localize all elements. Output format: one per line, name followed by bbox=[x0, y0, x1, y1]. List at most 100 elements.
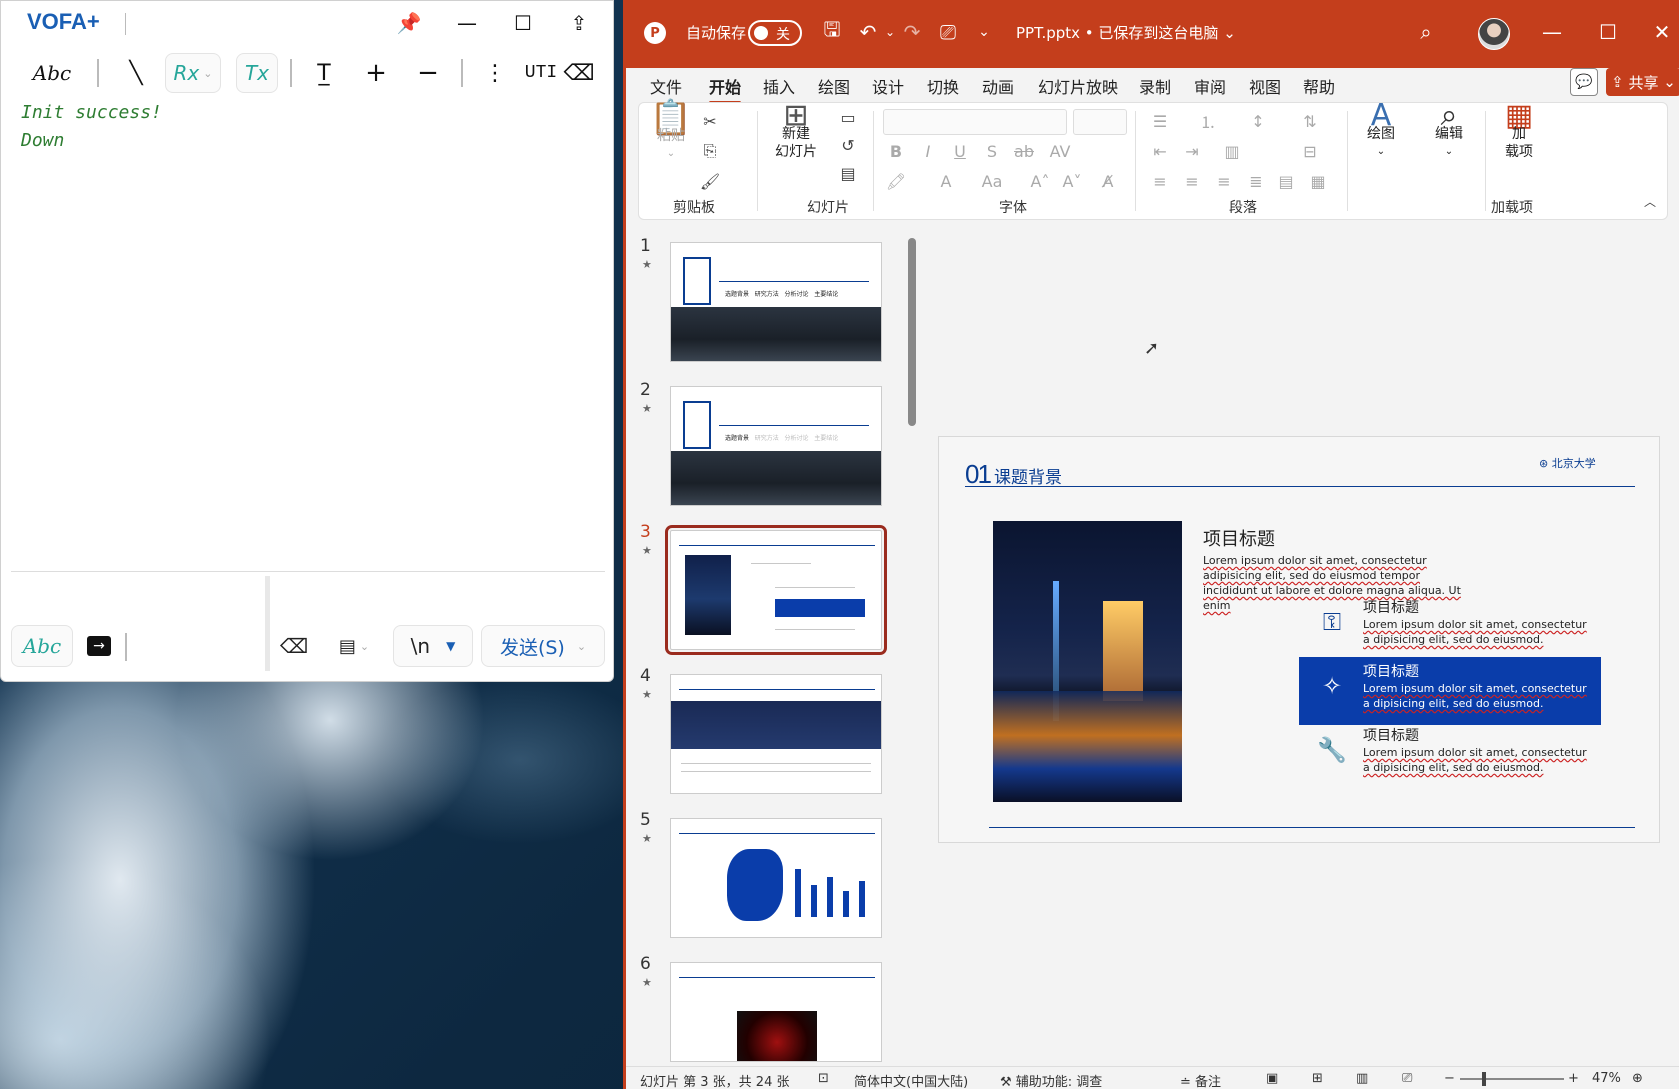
zoom-level[interactable]: 47% bbox=[1592, 1071, 1621, 1086]
encoding-label[interactable]: UTI bbox=[523, 53, 559, 93]
maximize-button[interactable]: ☐ bbox=[1594, 18, 1622, 46]
smartart-icon[interactable]: ▦ bbox=[1305, 169, 1331, 193]
minimize-button[interactable]: — bbox=[1538, 18, 1566, 46]
slide-thumbnail-5[interactable] bbox=[670, 818, 882, 938]
slide-thumbnail-1[interactable]: 选题背景 研究方法 分析讨论 主要结论 bbox=[670, 242, 882, 362]
line-ending-select[interactable]: \n ▼ bbox=[393, 625, 473, 667]
minimize-button[interactable]: — bbox=[451, 7, 483, 39]
numbering-icon[interactable]: ⒈ bbox=[1195, 109, 1221, 133]
tab-design[interactable]: 设计 bbox=[872, 74, 904, 98]
close-button[interactable]: ✕ bbox=[1648, 18, 1676, 46]
font-family-select[interactable] bbox=[883, 109, 1067, 135]
section-icon[interactable]: ▤ bbox=[835, 161, 861, 185]
italic-icon[interactable]: I bbox=[915, 139, 941, 163]
zoom-slider[interactable] bbox=[1460, 1078, 1564, 1080]
thumbnail-scrollbar[interactable] bbox=[908, 238, 916, 426]
bold-icon[interactable]: B bbox=[883, 139, 909, 163]
reset-icon[interactable]: ↺ bbox=[835, 133, 861, 157]
feature-item-highlighted[interactable]: ✧ 项目标题 Lorem ipsum dolor sit amet, conse… bbox=[1299, 657, 1601, 725]
slide-thumbnail-6[interactable] bbox=[670, 962, 882, 1062]
text-mode-abc[interactable]: Abc bbox=[23, 53, 81, 93]
brush-icon[interactable]: ╲ bbox=[119, 53, 153, 93]
slide-counter[interactable]: 幻灯片 第 3 张，共 24 张 bbox=[640, 1071, 789, 1089]
editing-button[interactable]: ⌕ 编辑 ⌄ bbox=[1425, 101, 1473, 161]
share-icon[interactable]: ⇪ bbox=[563, 7, 595, 39]
notes-button[interactable]: ≐ 备注 bbox=[1180, 1071, 1221, 1089]
change-case-icon[interactable]: Aa bbox=[979, 169, 1005, 193]
accessibility-status[interactable]: ⚒ 辅助功能: 调查 bbox=[1000, 1071, 1102, 1089]
maximize-button[interactable]: ☐ bbox=[507, 7, 539, 39]
justify-icon[interactable]: ≣ bbox=[1243, 169, 1269, 193]
tab-file[interactable]: 文件 bbox=[650, 74, 682, 98]
avatar[interactable] bbox=[1478, 18, 1510, 50]
document-title[interactable]: PPT.pptx • 已保存到这台电脑 ⌄ bbox=[1016, 22, 1236, 43]
shadow-icon[interactable]: S bbox=[979, 139, 1005, 163]
spelling-icon[interactable]: ⊡ bbox=[818, 1071, 829, 1086]
share-button[interactable]: ⇪ 共享 ⌄ bbox=[1606, 68, 1679, 96]
drawing-button[interactable]: A 绘图 ⌄ bbox=[1357, 101, 1405, 161]
slide-thumbnail-2[interactable]: 选题背景 研究方法 分析讨论 主要结论 bbox=[670, 386, 882, 506]
underline-icon[interactable]: U bbox=[947, 139, 973, 163]
slide-thumbnail-4[interactable] bbox=[670, 674, 882, 794]
customize-toolbar-icon[interactable]: ⌄ bbox=[970, 18, 998, 46]
tx-toggle[interactable]: Tx bbox=[236, 53, 278, 93]
font-color-icon[interactable]: A bbox=[933, 169, 959, 193]
clear-send-icon[interactable]: ⌫ bbox=[277, 625, 311, 667]
line-spacing-icon[interactable]: ↕ bbox=[1245, 109, 1271, 133]
present-icon[interactable]: ⎚ bbox=[934, 18, 962, 46]
splitter-handle[interactable] bbox=[265, 576, 270, 671]
tab-review[interactable]: 审阅 bbox=[1194, 74, 1226, 98]
autosave-toggle[interactable]: 关 bbox=[748, 20, 802, 46]
strikethrough-icon[interactable]: ab bbox=[1011, 139, 1037, 163]
text-direction-icon[interactable]: ⇅ bbox=[1297, 109, 1323, 133]
search-icon[interactable]: ⌕ bbox=[1412, 18, 1440, 46]
slideshow-view-icon[interactable]: ⎚ bbox=[1402, 1071, 1412, 1086]
layout-icon[interactable]: ▭ bbox=[835, 105, 861, 129]
tab-view[interactable]: 视图 bbox=[1249, 74, 1281, 98]
zoom-in-icon[interactable]: + bbox=[1568, 1071, 1579, 1086]
normal-view-icon[interactable]: ▣ bbox=[1266, 1071, 1278, 1086]
redo-icon[interactable]: ↷ bbox=[898, 18, 926, 46]
collapse-ribbon-icon[interactable]: ︿ bbox=[1637, 189, 1663, 213]
align-left-icon[interactable]: ≡ bbox=[1147, 169, 1173, 193]
tab-slideshow[interactable]: 幻灯片放映 bbox=[1038, 74, 1118, 98]
pin-icon[interactable]: 📌 bbox=[393, 7, 425, 39]
align-right-icon[interactable]: ≡ bbox=[1211, 169, 1237, 193]
increase-indent-icon[interactable]: ⇥ bbox=[1179, 139, 1205, 163]
columns-icon[interactable]: ▥ bbox=[1219, 139, 1245, 163]
slide-thumbnail-3[interactable] bbox=[665, 525, 887, 655]
tab-home[interactable]: 开始 bbox=[709, 74, 742, 104]
tab-draw[interactable]: 绘图 bbox=[818, 74, 850, 98]
addins-button[interactable]: ▦ 加 载项 bbox=[1495, 101, 1543, 161]
align-text-icon[interactable]: ⊟ bbox=[1297, 139, 1323, 163]
cut-icon[interactable]: ✂ bbox=[697, 109, 723, 133]
send-file-icon[interactable]: → bbox=[81, 625, 117, 667]
new-slide-button[interactable]: ⊞ 新建 幻灯片 bbox=[767, 101, 825, 161]
char-spacing-icon[interactable]: AV bbox=[1047, 139, 1073, 163]
text-format-icon[interactable]: T̲ bbox=[307, 53, 341, 93]
city-night-photo[interactable] bbox=[993, 521, 1182, 802]
tab-help[interactable]: 帮助 bbox=[1303, 74, 1335, 98]
tab-transitions[interactable]: 切换 bbox=[927, 74, 959, 98]
more-options-icon[interactable]: ⋮ bbox=[475, 53, 515, 93]
eraser-icon[interactable]: ⌫ bbox=[561, 53, 597, 93]
feature-item[interactable]: 🔧 项目标题 Lorem ipsum dolor sit amet, conse… bbox=[1299, 721, 1601, 789]
align-center-icon[interactable]: ≡ bbox=[1179, 169, 1205, 193]
save-icon[interactable]: 🖫 bbox=[818, 17, 846, 46]
zoom-out-icon[interactable]: − bbox=[1444, 1071, 1455, 1086]
zoom-in-icon[interactable]: + bbox=[359, 53, 393, 93]
decrease-indent-icon[interactable]: ⇤ bbox=[1147, 139, 1173, 163]
bullets-icon[interactable]: ☰ bbox=[1147, 109, 1173, 133]
copy-icon[interactable]: ⎘ bbox=[697, 139, 723, 163]
send-mode-abc[interactable]: Abc bbox=[11, 625, 73, 667]
tab-animations[interactable]: 动画 bbox=[982, 74, 1014, 98]
format-painter-icon[interactable]: 🖌 bbox=[697, 169, 723, 193]
tab-insert[interactable]: 插入 bbox=[763, 74, 795, 98]
slide-sorter-icon[interactable]: ⊞ bbox=[1312, 1071, 1323, 1086]
language-status[interactable]: 简体中文(中国大陆) bbox=[854, 1071, 968, 1089]
grow-font-icon[interactable]: A˄ bbox=[1027, 169, 1053, 193]
paste-button[interactable]: 📋 粘贴 ⌄ bbox=[649, 101, 693, 163]
tab-record[interactable]: 录制 bbox=[1139, 74, 1171, 98]
slide-canvas[interactable]: 01 课题背景 ⊛ 北京大学 项目标题 Lorem ipsum dolor si… bbox=[938, 436, 1660, 843]
zoom-out-icon[interactable]: − bbox=[411, 53, 445, 93]
